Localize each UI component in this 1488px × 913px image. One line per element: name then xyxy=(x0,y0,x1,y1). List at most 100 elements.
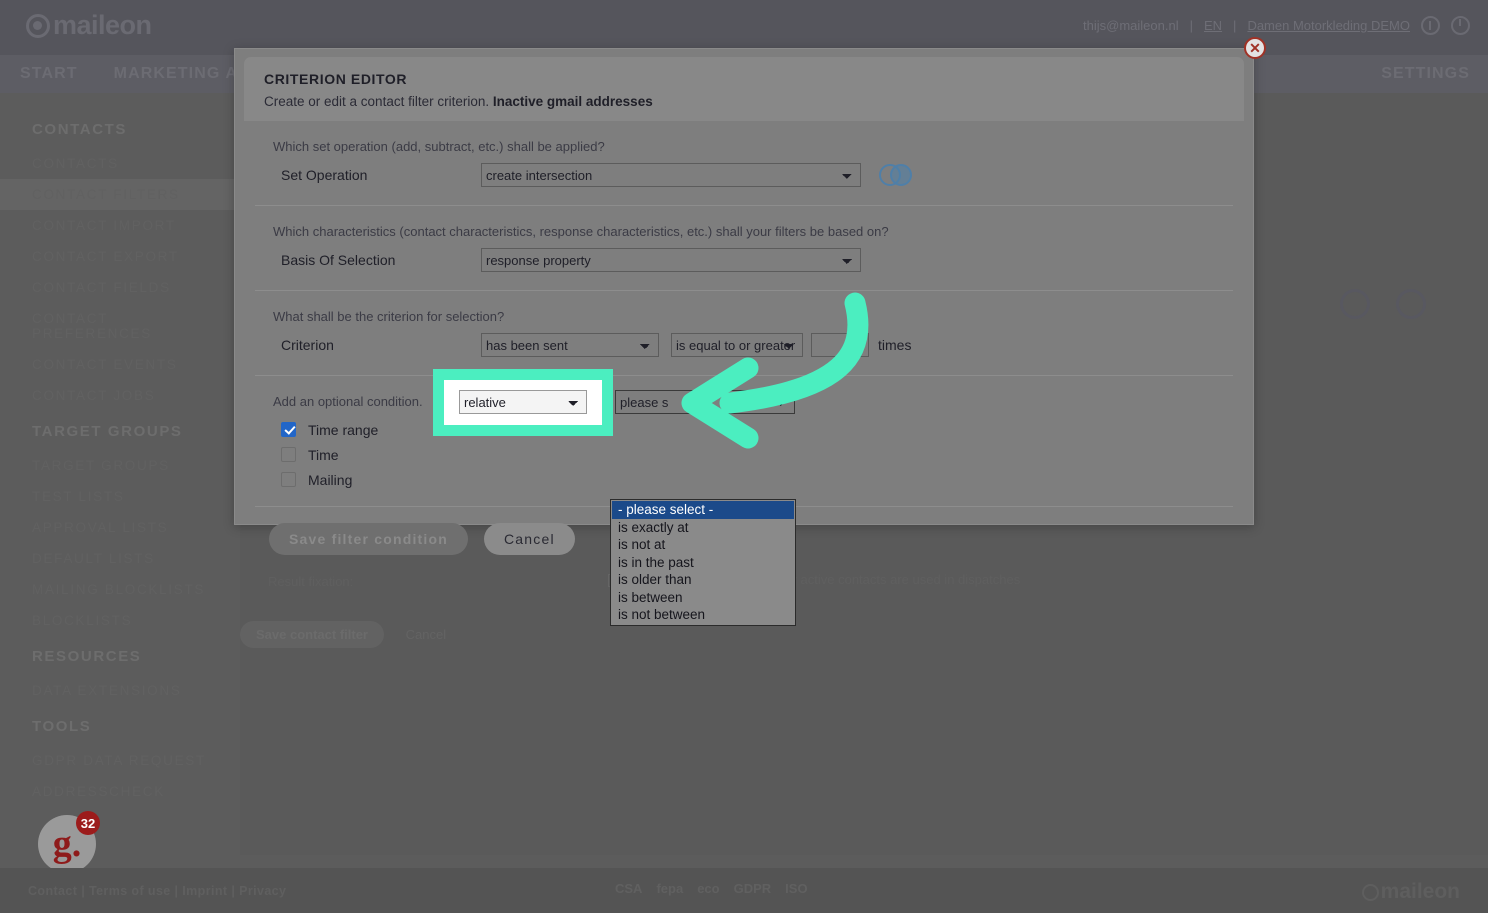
dialog-subtitle-filter-name: Inactive gmail addresses xyxy=(492,94,653,109)
criterion-editor-dialog: CRITERION EDITOR Create or edit a contac… xyxy=(234,48,1254,555)
sidebar-heading-resources: RESOURCES xyxy=(32,648,142,665)
sidebar: CONTACTS CONTACTS CONTACT FILTERS CONTAC… xyxy=(0,93,240,855)
sidebar-item-contact-preferences[interactable]: CONTACT PREFERENCES xyxy=(0,303,240,349)
footer: Contact | Terms of use | Imprint | Priva… xyxy=(0,868,1488,913)
dialog-title: CRITERION EDITOR xyxy=(264,71,408,87)
sidebar-item-default-lists[interactable]: DEFAULT LISTS xyxy=(0,543,240,574)
sidebar-item-gdpr-data-request[interactable]: GDPR DATA REQUEST xyxy=(0,745,240,776)
result-fixation-label: Result fixation: xyxy=(268,574,354,589)
sidebar-item-blocklists[interactable]: BLOCKLISTS xyxy=(0,605,240,636)
sidebar-item-contact-events[interactable]: CONTACT EVENTS xyxy=(0,349,240,380)
separator-2: | xyxy=(1233,18,1237,33)
time-range-operator-select[interactable]: please s xyxy=(615,390,795,414)
sidebar-heading-target-groups: TARGET GROUPS xyxy=(32,423,183,440)
sidebar-item-contact-filters[interactable]: CONTACT FILTERS xyxy=(0,179,240,210)
refresh-icon[interactable] xyxy=(1340,289,1370,319)
brand-name: maileon xyxy=(53,10,152,40)
mailing-checkbox[interactable] xyxy=(281,472,296,487)
nav-item-start[interactable]: START xyxy=(0,65,96,83)
basis-of-selection-label: Basis Of Selection xyxy=(281,252,396,268)
condition-mailing[interactable]: Mailing xyxy=(281,467,461,492)
maileon-logo-icon xyxy=(26,13,50,38)
dialog-body: Which set operation (add, subtract, etc.… xyxy=(235,121,1253,555)
nav-item-settings[interactable]: SETTINGS xyxy=(1363,65,1488,83)
time-label: Time xyxy=(308,446,339,463)
language-link[interactable]: EN xyxy=(1204,18,1222,33)
app-logo: maileon xyxy=(26,10,152,41)
csa-badge-icon: CSA xyxy=(615,881,643,896)
fepa-badge-icon: fepa xyxy=(656,881,684,896)
criterion-select[interactable]: has been sent xyxy=(481,333,659,357)
top-bar-right: thijs@maileon.nl | EN | Damen Motorkledi… xyxy=(1083,16,1470,35)
iso-badge-icon: ISO xyxy=(785,881,808,896)
dropdown-option[interactable]: is exactly at xyxy=(612,519,794,537)
dropdown-option[interactable]: is in the past xyxy=(612,554,794,572)
time-range-label: Time range xyxy=(308,421,379,438)
footer-maileon-logo-icon xyxy=(1361,883,1379,901)
dropdown-option[interactable]: - please select - xyxy=(612,501,794,519)
user-email: thijs@maileon.nl xyxy=(1083,18,1179,33)
sidebar-item-approval-lists[interactable]: APPROVAL LISTS xyxy=(0,512,240,543)
dialog-subtitle: Create or edit a contact filter criterio… xyxy=(264,94,1224,109)
mailing-label: Mailing xyxy=(308,471,353,488)
power-icon[interactable] xyxy=(1451,16,1470,35)
conditions-wrapper: Time range Time Mailing xyxy=(255,409,1233,492)
gdpr-badge-icon: GDPR xyxy=(733,881,772,896)
sidebar-item-data-extensions[interactable]: DATA EXTENSIONS xyxy=(0,675,240,706)
sidebar-heading-tools: TOOLS xyxy=(32,718,92,735)
set-operation-row: Set Operation create intersection xyxy=(255,154,1233,206)
set-operation-label: Set Operation xyxy=(281,167,368,183)
basis-of-selection-select[interactable]: response property xyxy=(481,248,861,272)
sidebar-item-test-lists[interactable]: TEST LISTS xyxy=(0,481,240,512)
sidebar-item-contacts[interactable]: CONTACTS xyxy=(0,148,240,179)
account-link[interactable]: Damen Motorkleding DEMO xyxy=(1247,18,1410,33)
dialog-header: CRITERION EDITOR Create or edit a contac… xyxy=(244,57,1244,121)
sidebar-item-contact-jobs[interactable]: CONTACT JOBS xyxy=(0,380,240,411)
sidebar-item-target-groups[interactable]: TARGET GROUPS xyxy=(0,450,240,481)
dropdown-option[interactable]: is not between xyxy=(612,606,794,624)
set-operation-select[interactable]: create intersection xyxy=(481,163,861,187)
times-input[interactable] xyxy=(811,333,869,357)
background-button-row: Save contact filter Cancel xyxy=(240,621,446,648)
comparison-select[interactable]: is equal to or greater xyxy=(671,333,803,357)
info-icon[interactable] xyxy=(1421,16,1440,35)
support-badge[interactable]: g. 32 xyxy=(38,811,100,873)
sidebar-item-contact-fields[interactable]: CONTACT FIELDS xyxy=(0,272,240,303)
condition-time[interactable]: Time xyxy=(281,442,461,467)
dropdown-option[interactable]: is between xyxy=(612,589,794,607)
sidebar-item-contact-import[interactable]: CONTACT IMPORT xyxy=(0,210,240,241)
criterion-label: Criterion xyxy=(281,337,334,353)
question-criterion: What shall be the criterion for selectio… xyxy=(273,309,505,324)
sidebar-heading-contacts: CONTACTS xyxy=(32,121,128,138)
dialog-subtitle-text: Create or edit a contact filter criterio… xyxy=(264,94,490,109)
criterion-row: Criterion has been sent is equal to or g… xyxy=(255,324,1233,376)
footer-links[interactable]: Contact | Terms of use | Imprint | Priva… xyxy=(0,884,286,898)
sidebar-item-addresscheck[interactable]: ADDRESSCHECK xyxy=(0,776,240,807)
close-icon[interactable]: ✕ xyxy=(1244,37,1266,59)
footer-brand-name: maileon xyxy=(1380,880,1460,903)
question-set-operation: Which set operation (add, subtract, etc.… xyxy=(273,139,605,154)
separator-1: | xyxy=(1189,18,1193,33)
venn-diagram-icon xyxy=(879,164,913,186)
eco-badge-icon: eco xyxy=(697,881,720,896)
time-checkbox[interactable] xyxy=(281,447,296,462)
sidebar-item-mailing-blocklists[interactable]: MAILING BLOCKLISTS xyxy=(0,574,240,605)
footer-logo: maileon xyxy=(1361,880,1460,904)
dropdown-option[interactable]: is older than xyxy=(612,571,794,589)
basis-of-selection-row: Basis Of Selection response property xyxy=(255,239,1233,291)
time-range-checkbox[interactable] xyxy=(281,422,296,437)
time-range-mode-select[interactable]: relative xyxy=(459,390,587,414)
sidebar-item-contact-export[interactable]: CONTACT EXPORT xyxy=(0,241,240,272)
times-label: times xyxy=(878,337,912,353)
save-contact-filter-button[interactable]: Save contact filter xyxy=(240,621,384,648)
footer-badges: CSA fepa eco GDPR ISO xyxy=(615,881,808,896)
time-range-operator-dropdown[interactable]: - please select - is exactly at is not a… xyxy=(610,499,796,626)
save-filter-condition-button[interactable]: Save filter condition xyxy=(269,523,468,555)
background-cancel-button[interactable]: Cancel xyxy=(406,627,446,642)
target-icon[interactable] xyxy=(1396,289,1426,319)
content-action-icons xyxy=(1340,289,1426,319)
question-basis: Which characteristics (contact character… xyxy=(273,224,889,239)
support-badge-count: 32 xyxy=(76,811,100,835)
cancel-button[interactable]: Cancel xyxy=(484,523,575,555)
dropdown-option[interactable]: is not at xyxy=(612,536,794,554)
